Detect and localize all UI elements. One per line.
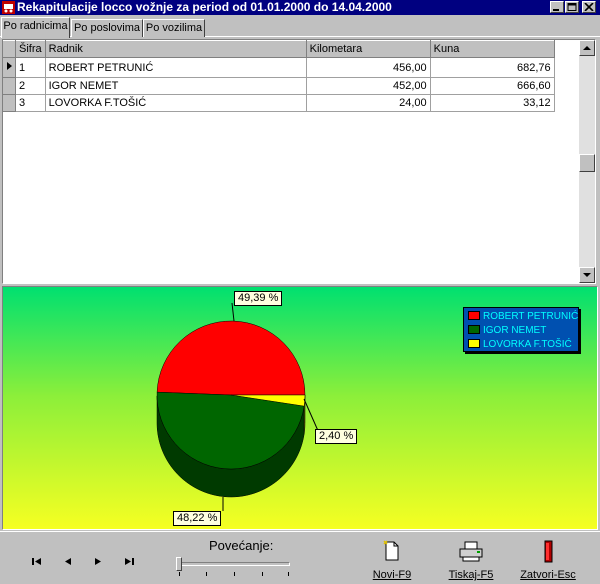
cell-kilometara[interactable]: 452,00	[306, 77, 431, 95]
row-indicator	[3, 94, 16, 112]
cell-kuna[interactable]: 33,12	[430, 94, 555, 112]
new-button[interactable]: Novi-F9	[370, 540, 414, 582]
table-row[interactable]: 3 LOVORKA F.TOŠIĆ 24,00 33,12	[3, 94, 555, 112]
legend-label: IGOR NEMET	[483, 325, 547, 336]
cell-radnik[interactable]: LOVORKA F.TOŠIĆ	[45, 94, 307, 112]
printer-icon	[459, 541, 483, 562]
tab-po-poslovima[interactable]: Po poslovima	[71, 19, 143, 37]
slider-knob[interactable]	[176, 557, 182, 571]
scroll-up-button[interactable]	[579, 40, 595, 56]
header-row: Šifra Radnik Kilometara Kuna	[3, 40, 555, 58]
table-row[interactable]: 1 ROBERT PETRUNIĆ 456,00 682,76	[3, 57, 555, 78]
bottom-toolbar: Povećanje: Novi-F9 Tiskaj-F5 Zatvori-Esc	[0, 531, 600, 584]
pie-chart-panel: 49,39 % 2,40 % 48,22 % ROBERT PETRUNIĆ I…	[2, 286, 598, 530]
close-window-button[interactable]: Zatvori-Esc	[518, 540, 578, 582]
close-button[interactable]	[582, 1, 596, 13]
arrow-down-icon	[583, 273, 591, 277]
tab-label: Po poslovima	[73, 22, 141, 34]
current-row-arrow-icon	[7, 62, 12, 70]
zoom-label: Povećanje:	[209, 538, 274, 553]
title-bar: Rekapitulacije locco vožnje za period od…	[0, 0, 600, 15]
row-indicator	[3, 77, 16, 95]
tab-po-vozilima[interactable]: Po vozilima	[143, 19, 205, 37]
table-row[interactable]: 2 IGOR NEMET 452,00 666,60	[3, 77, 555, 95]
slider-tick	[234, 572, 235, 576]
legend-item: ROBERT PETRUNIĆ	[468, 310, 578, 323]
print-button-label: Tiskaj-F5	[448, 569, 494, 581]
column-header-kilometara[interactable]: Kilometara	[306, 40, 431, 58]
minimize-icon	[553, 9, 559, 11]
slider-tick	[288, 572, 289, 576]
slider-tick	[179, 572, 180, 576]
legend-item: IGOR NEMET	[468, 324, 546, 337]
cell-kilometara[interactable]: 456,00	[306, 57, 431, 78]
window-title: Rekapitulacije locco vožnje za period od…	[17, 0, 392, 14]
slice-value-label: 49,39 %	[234, 291, 283, 306]
data-grid[interactable]: Šifra Radnik Kilometara Kuna 1 ROBERT PE…	[2, 39, 596, 284]
tab-strip: Po radnicima Po poslovima Po vozilima	[0, 17, 600, 38]
column-header-radnik[interactable]: Radnik	[45, 40, 307, 58]
car-icon	[2, 1, 15, 14]
slice-value-label: 48,22 %	[173, 511, 222, 526]
cell-radnik[interactable]: IGOR NEMET	[45, 77, 307, 95]
next-record-icon[interactable]	[90, 554, 106, 568]
cell-kuna[interactable]: 682,76	[430, 57, 555, 78]
first-record-icon[interactable]	[29, 554, 45, 568]
zoom-slider[interactable]	[176, 557, 292, 578]
column-header-sifra[interactable]: Šifra	[15, 40, 46, 58]
cell-sifra[interactable]: 3	[15, 94, 46, 112]
cell-kuna[interactable]: 666,60	[430, 77, 555, 95]
chart-legend: ROBERT PETRUNIĆ IGOR NEMET LOVORKA F.TOŠ…	[463, 307, 579, 352]
row-indicator	[3, 57, 16, 78]
cell-kilometara[interactable]: 24,00	[306, 94, 431, 112]
last-record-icon[interactable]	[121, 554, 137, 568]
records-table: Šifra Radnik Kilometara Kuna 1 ROBERT PE…	[3, 40, 555, 112]
slider-tick	[206, 572, 207, 576]
new-document-icon	[383, 540, 399, 561]
slice-value-label: 2,40 %	[315, 429, 358, 444]
column-header-kuna[interactable]: Kuna	[430, 40, 555, 58]
slider-track	[178, 562, 290, 566]
scroll-down-button[interactable]	[579, 267, 595, 283]
exit-door-icon	[544, 540, 553, 563]
leader-line	[303, 398, 320, 434]
vertical-scrollbar[interactable]	[579, 40, 595, 283]
maximize-icon	[567, 3, 577, 11]
close-icon	[584, 3, 594, 11]
tab-label: Po radnicima	[3, 20, 68, 32]
maximize-button[interactable]	[565, 1, 579, 13]
cell-radnik[interactable]: ROBERT PETRUNIĆ	[45, 57, 307, 78]
new-button-label: Novi-F9	[372, 569, 412, 581]
scroll-thumb[interactable]	[579, 154, 595, 172]
cell-sifra[interactable]: 2	[15, 77, 46, 95]
legend-label: ROBERT PETRUNIĆ	[483, 311, 579, 322]
cell-sifra[interactable]: 1	[15, 57, 46, 78]
arrow-up-icon	[583, 46, 591, 50]
close-button-label: Zatvori-Esc	[520, 569, 576, 581]
tab-po-radnicima[interactable]: Po radnicima	[1, 17, 70, 38]
legend-swatch	[468, 338, 480, 348]
indicator-header	[3, 40, 16, 58]
legend-swatch	[468, 310, 480, 320]
minimize-button[interactable]	[550, 1, 564, 13]
legend-swatch	[468, 324, 480, 334]
print-button[interactable]: Tiskaj-F5	[446, 540, 496, 582]
legend-item: LOVORKA F.TOŠIĆ	[468, 338, 572, 351]
legend-label: LOVORKA F.TOŠIĆ	[483, 339, 572, 350]
pie-slice-robert-petrunic	[156, 320, 306, 396]
prev-record-icon[interactable]	[60, 554, 76, 568]
slider-tick	[262, 572, 263, 576]
tab-label: Po vozilima	[145, 22, 203, 34]
